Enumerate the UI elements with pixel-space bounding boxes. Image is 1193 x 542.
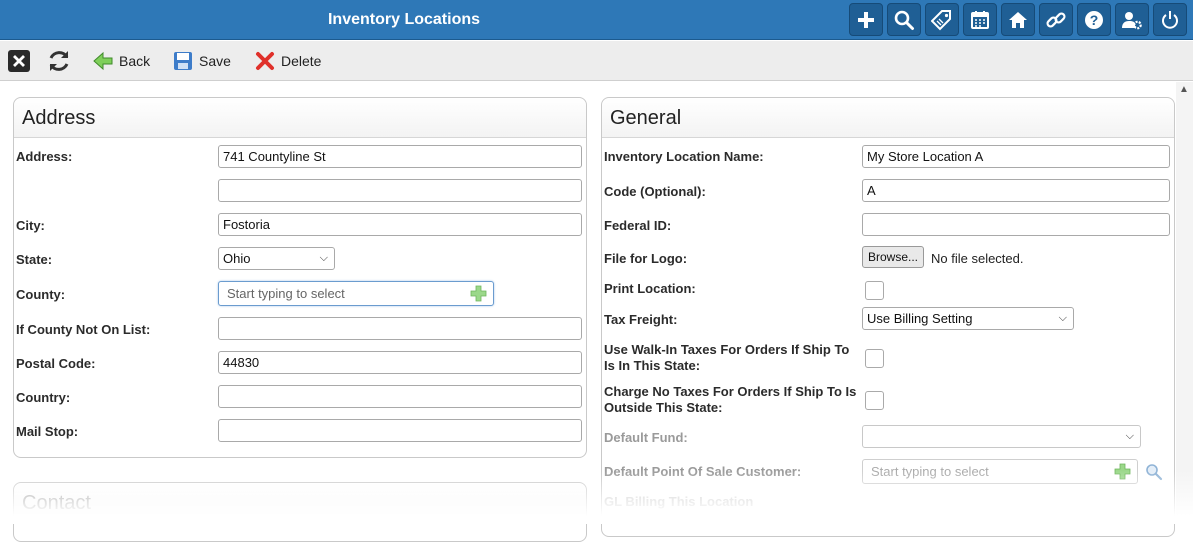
contact-panel: Contact: [13, 482, 587, 542]
home-button[interactable]: [1001, 3, 1035, 36]
tax-freight-label: Tax Freight:: [604, 312, 678, 327]
postal-code-label: Postal Code:: [16, 356, 96, 371]
logo-file-label: File for Logo:: [604, 251, 688, 266]
default-fund-select[interactable]: ⌵: [862, 425, 1141, 448]
county-not-on-list-input[interactable]: [218, 317, 582, 340]
tags-icon: [931, 9, 951, 30]
power-icon: [1162, 10, 1178, 29]
close-icon: [8, 50, 30, 72]
code-input[interactable]: [862, 179, 1170, 202]
postal-code-input[interactable]: [218, 351, 582, 374]
county-not-on-list-label: If County Not On List:: [16, 322, 151, 337]
link-icon: [1046, 11, 1066, 28]
mail-stop-input[interactable]: [218, 419, 582, 442]
calendar-button[interactable]: [963, 3, 997, 36]
city-label: City:: [16, 218, 45, 233]
search-icon: [894, 10, 914, 30]
contact-panel-title: Contact: [14, 483, 586, 523]
help-button[interactable]: ?: [1077, 3, 1111, 36]
save-label: Save: [199, 53, 231, 69]
save-icon: [174, 52, 192, 70]
city-input[interactable]: [218, 213, 582, 236]
delete-button[interactable]: Delete: [255, 50, 321, 72]
no-taxes-checkbox[interactable]: [865, 391, 884, 410]
page-title: Inventory Locations: [327, 11, 481, 28]
delete-label: Delete: [281, 53, 322, 69]
back-button[interactable]: Back: [93, 50, 150, 72]
no-taxes-label-line1: Charge No Taxes For Orders If Ship To Is: [604, 384, 857, 399]
toolbar: Back Save Delete: [0, 41, 1193, 81]
print-location-checkbox[interactable]: [865, 281, 884, 300]
default-fund-label: Default Fund:: [604, 430, 688, 445]
state-label: State:: [16, 252, 53, 267]
help-icon: ?: [1085, 10, 1103, 29]
user-settings-icon: [1122, 11, 1142, 29]
calendar-icon: [971, 10, 989, 29]
add-button[interactable]: [849, 3, 883, 36]
tags-button[interactable]: [925, 3, 959, 36]
walk-in-taxes-label-line1: Use Walk-In Taxes For Orders If Ship To: [604, 342, 850, 357]
no-taxes-label-line2: Outside This State:: [604, 400, 723, 415]
link-button[interactable]: [1039, 3, 1073, 36]
location-name-input[interactable]: [862, 145, 1170, 168]
svg-text:?: ?: [1090, 12, 1099, 28]
no-taxes-label: Charge No Taxes For Orders If Ship To Is…: [604, 384, 856, 416]
user-settings-button[interactable]: [1115, 3, 1149, 36]
save-button[interactable]: Save: [173, 50, 231, 72]
logout-button[interactable]: [1153, 3, 1187, 36]
state-select-value: Ohio: [223, 251, 251, 266]
state-select[interactable]: Ohio ⌵: [218, 247, 335, 270]
address-line1-input[interactable]: [218, 145, 582, 168]
county-placeholder: Start typing to select: [227, 286, 345, 301]
top-bar: Inventory Locations ?: [0, 0, 1193, 40]
print-location-label: Print Location:: [604, 281, 696, 296]
general-panel-title: General: [602, 98, 1174, 138]
close-button[interactable]: [6, 48, 32, 74]
back-arrow-icon: [93, 51, 113, 71]
address-line2-input[interactable]: [218, 179, 582, 202]
gl-billing-label: GL Billing This Location: [604, 494, 754, 509]
walk-in-taxes-checkbox[interactable]: [865, 349, 884, 368]
country-label: Country:: [16, 390, 71, 405]
delete-x-icon: [256, 52, 274, 70]
refresh-button[interactable]: [45, 48, 73, 74]
code-label: Code (Optional):: [604, 184, 706, 199]
walk-in-taxes-label: Use Walk-In Taxes For Orders If Ship To …: [604, 342, 849, 374]
header-icon-bar: ?: [849, 3, 1187, 36]
pos-customer-placeholder: Start typing to select: [871, 464, 989, 479]
home-icon: [1009, 11, 1027, 28]
address-label: Address:: [16, 149, 73, 164]
no-file-text: No file selected.: [931, 251, 1024, 266]
add-plus-icon[interactable]: [470, 285, 487, 302]
county-label: County:: [16, 287, 66, 302]
walk-in-taxes-label-line2: Is In This State:: [604, 358, 701, 373]
refresh-icon: [49, 51, 69, 71]
country-input[interactable]: [218, 385, 582, 408]
location-name-label: Inventory Location Name:: [604, 149, 764, 164]
mail-stop-label: Mail Stop:: [16, 424, 79, 439]
chevron-down-icon: ⌵: [319, 252, 328, 264]
address-panel-title: Address: [14, 98, 586, 138]
browse-button[interactable]: Browse...: [862, 246, 925, 268]
search-icon[interactable]: [1145, 463, 1163, 481]
back-label: Back: [119, 53, 151, 69]
chevron-down-icon: ⌵: [1058, 312, 1067, 324]
default-pos-customer-label: Default Point Of Sale Customer:: [604, 464, 802, 479]
federal-id-label: Federal ID:: [604, 218, 672, 233]
chevron-down-icon: ⌵: [1125, 430, 1134, 442]
add-plus-icon[interactable]: [1114, 463, 1131, 480]
search-button[interactable]: [887, 3, 921, 36]
vertical-scrollbar[interactable]: ▲: [1176, 82, 1193, 524]
county-typeahead[interactable]: Start typing to select: [218, 281, 494, 306]
scroll-up-icon[interactable]: ▲: [1179, 84, 1189, 95]
tax-freight-select[interactable]: Use Billing Setting ⌵: [862, 307, 1074, 330]
tax-freight-value: Use Billing Setting: [867, 311, 973, 326]
plus-icon: [858, 11, 874, 28]
default-pos-customer-typeahead[interactable]: Start typing to select: [862, 459, 1138, 484]
federal-id-input[interactable]: [862, 213, 1170, 236]
